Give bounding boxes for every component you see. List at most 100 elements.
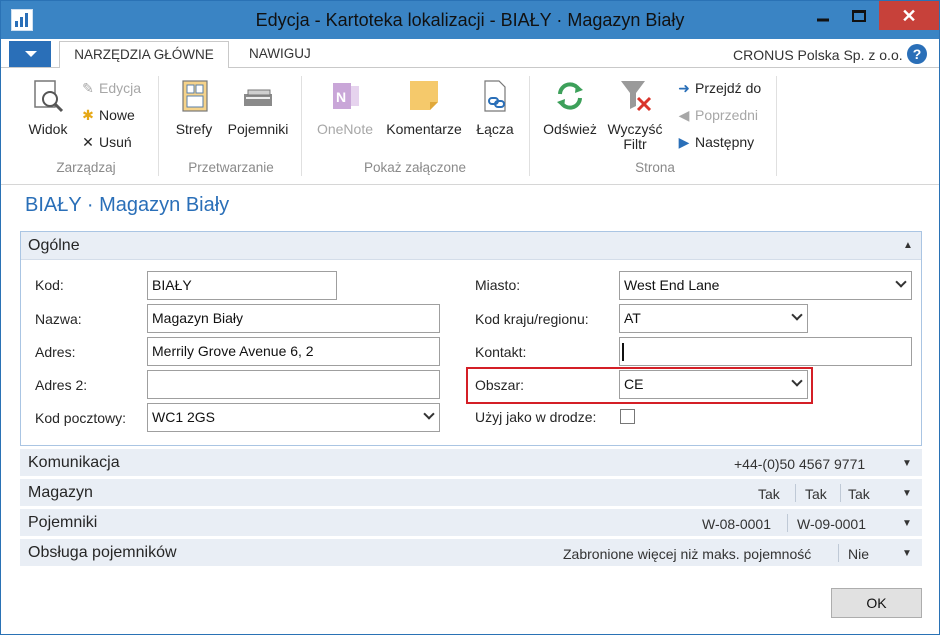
in-transit-label: Użyj jako w drodze: xyxy=(475,409,597,425)
new-icon: ✱ xyxy=(82,107,94,123)
tab-navigate[interactable]: NAWIGUJ xyxy=(237,41,323,69)
chevron-down-icon: ▼ xyxy=(902,458,912,469)
warehouse-summary-2: Tak xyxy=(805,486,827,502)
page-title: BIAŁY · Magazyn Biały xyxy=(25,194,230,216)
group-label-process: Przetwarzanie xyxy=(188,160,274,175)
chevron-down-icon xyxy=(791,309,803,321)
ok-button[interactable]: OK xyxy=(831,588,922,618)
area-value: CE xyxy=(624,376,644,392)
contact-label: Kontakt: xyxy=(475,344,527,360)
text-cursor xyxy=(622,343,624,361)
address2-label: Adres 2: xyxy=(35,377,88,393)
in-transit-checkbox[interactable] xyxy=(620,409,635,424)
fasttab-bins[interactable]: Pojemniki W-08-0001 W-09-0001 ▼ xyxy=(20,509,922,537)
postcode-dropdown[interactable]: WC1 2GS xyxy=(147,403,440,432)
close-button[interactable]: ✕ xyxy=(879,1,939,30)
city-label: Miasto: xyxy=(475,277,521,293)
zones-button[interactable]: Strefy xyxy=(171,78,217,137)
chevron-up-icon: ▲ xyxy=(903,240,913,251)
edit-button[interactable]: ✎ Edycja xyxy=(81,78,141,98)
previous-button[interactable]: ◀ Poprzedni xyxy=(677,105,758,125)
fasttab-warehouse[interactable]: Magazyn Tak Tak Tak ▼ xyxy=(20,479,922,507)
address-field[interactable]: Merrily Grove Avenue 6, 2 xyxy=(147,337,440,366)
fasttab-general-header[interactable]: Ogólne ▲ xyxy=(21,232,921,260)
group-divider xyxy=(776,76,777,176)
clear-filter-icon xyxy=(617,78,653,114)
group-divider xyxy=(158,76,159,176)
help-icon[interactable]: ? xyxy=(907,44,927,64)
warehouse-summary-3: Tak xyxy=(848,486,870,502)
view-button[interactable]: Widok xyxy=(23,78,73,137)
clear-filter-button[interactable]: Wyczyść Filtr xyxy=(604,78,666,152)
pencil-icon: ✎ xyxy=(82,80,94,96)
maximize-button[interactable] xyxy=(839,1,879,30)
chevron-down-icon: ▼ xyxy=(902,488,912,499)
fasttab-bin-policies[interactable]: Obsługa pojemników Zabronione więcej niż… xyxy=(20,539,922,567)
summary-divider xyxy=(795,484,796,502)
chevron-down-icon xyxy=(791,375,803,387)
onenote-label: OneNote xyxy=(316,121,374,137)
code-field[interactable]: BIAŁY xyxy=(147,271,337,300)
links-button[interactable]: Łącza xyxy=(473,78,517,137)
chevron-down-icon: ▼ xyxy=(902,518,912,529)
view-icon xyxy=(30,78,66,114)
links-label: Łącza xyxy=(476,121,514,137)
city-dropdown[interactable]: West End Lane xyxy=(619,271,912,300)
name-field[interactable]: Magazyn Biały xyxy=(147,304,440,333)
code-label: Kod: xyxy=(35,277,64,293)
fasttab-communication[interactable]: Komunikacja +44-(0)50 4567 9771 ▼ xyxy=(20,449,922,477)
clear-filter-label-2: Filtr xyxy=(623,136,647,152)
app-menu-button[interactable] xyxy=(9,41,51,67)
clear-filter-label-1: Wyczyść xyxy=(607,121,663,137)
app-icon[interactable] xyxy=(11,9,33,31)
group-divider xyxy=(529,76,530,176)
postcode-label: Kod pocztowy: xyxy=(35,410,127,426)
bins-summary-1: W-08-0001 xyxy=(702,516,772,532)
goto-button[interactable]: ➜ Przejdź do xyxy=(677,78,761,98)
fasttab-warehouse-title: Magazyn xyxy=(28,484,93,501)
city-value: West End Lane xyxy=(624,277,720,293)
close-icon: ✕ xyxy=(901,5,917,26)
chevron-down-icon xyxy=(25,51,37,57)
comments-icon xyxy=(406,78,442,114)
summary-divider xyxy=(840,484,841,502)
group-label-manage: Zarządzaj xyxy=(56,160,116,175)
comments-label: Komentarze xyxy=(386,121,462,137)
bins-button[interactable]: Pojemniki xyxy=(223,78,293,137)
chevron-down-icon: ▼ xyxy=(902,548,912,559)
links-icon xyxy=(477,78,513,114)
chevron-down-icon xyxy=(423,408,435,420)
new-button[interactable]: ✱ Nowe xyxy=(81,105,135,125)
minimize-icon xyxy=(817,18,829,21)
delete-icon: ✕ xyxy=(82,134,94,150)
bins-icon xyxy=(240,78,276,114)
company-name: CRONUS Polska Sp. z o.o. xyxy=(733,47,903,63)
maximize-icon xyxy=(852,9,866,22)
fasttab-communication-title: Komunikacja xyxy=(28,454,120,471)
bin-policies-summary-1: Zabronione więcej niż maks. pojemność xyxy=(563,546,812,562)
country-value: AT xyxy=(624,310,641,326)
zones-icon xyxy=(176,78,212,114)
bins-summary-2: W-09-0001 xyxy=(797,516,867,532)
arrow-right-icon: ➜ xyxy=(678,80,690,96)
group-label-attachments: Pokaż załączone xyxy=(363,160,467,175)
onenote-button[interactable]: N OneNote xyxy=(313,78,377,137)
refresh-button[interactable]: Odśwież xyxy=(539,78,601,137)
fasttab-bins-title: Pojemniki xyxy=(28,514,98,531)
group-divider xyxy=(301,76,302,176)
phone-summary: +44-(0)50 4567 9771 xyxy=(734,456,866,472)
address2-field[interactable] xyxy=(147,370,440,399)
contact-field[interactable] xyxy=(619,337,912,366)
delete-button[interactable]: ✕ Usuń xyxy=(81,132,132,152)
minimize-button[interactable] xyxy=(803,1,843,30)
address-label: Adres: xyxy=(35,344,76,360)
view-label: Widok xyxy=(28,121,68,137)
comments-button[interactable]: Komentarze xyxy=(381,78,467,137)
tab-home[interactable]: NARZĘDZIA GŁÓWNE xyxy=(59,41,229,69)
area-dropdown[interactable]: CE xyxy=(619,370,808,399)
next-button[interactable]: ▶ Następny xyxy=(677,132,755,152)
bins-label: Pojemniki xyxy=(227,121,289,137)
postcode-value: WC1 2GS xyxy=(152,409,216,425)
name-label: Nazwa: xyxy=(35,311,82,327)
country-dropdown[interactable]: AT xyxy=(619,304,808,333)
